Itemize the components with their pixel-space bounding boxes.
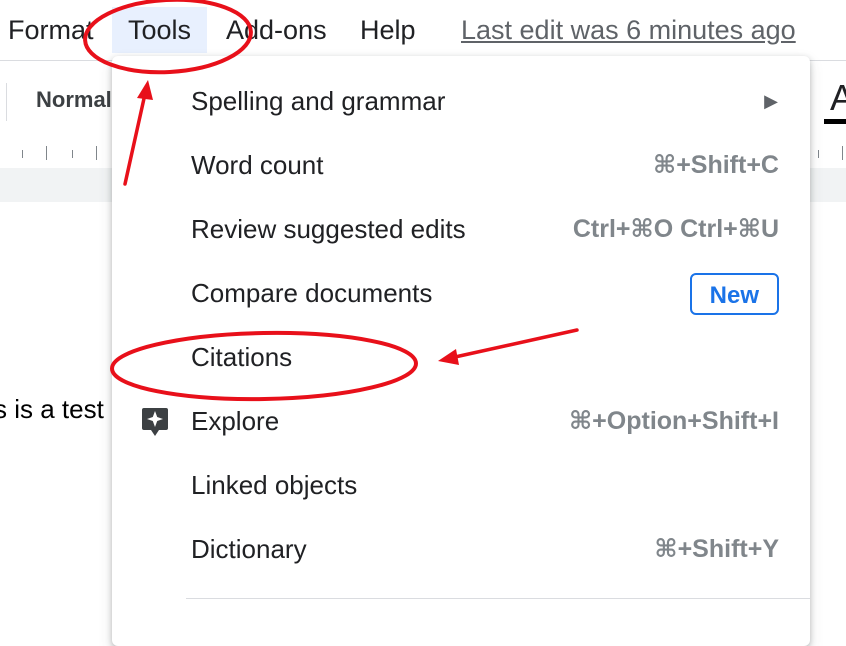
paragraph-style-select[interactable]: Normal bbox=[36, 87, 112, 113]
ruler-tick bbox=[842, 146, 843, 160]
menu-item-dictionary[interactable]: Dictionary ⌘+Shift+Y bbox=[112, 517, 810, 581]
toolbar-divider bbox=[6, 83, 7, 121]
menu-item-shortcut: ⌘+Shift+C bbox=[653, 151, 779, 179]
ruler-tick bbox=[22, 150, 23, 158]
menu-add-ons[interactable]: Add-ons bbox=[212, 7, 341, 53]
menu-item-label: Citations bbox=[191, 342, 293, 372]
menu-item-review-suggested-edits[interactable]: Review suggested edits Ctrl+⌘O Ctrl+⌘U bbox=[112, 197, 810, 261]
menubar: Format Tools Add-ons Help Last edit was … bbox=[0, 0, 846, 60]
menu-item-spelling-and-grammar[interactable]: Spelling and grammar ▶ bbox=[112, 69, 810, 133]
text-color-indicator bbox=[824, 119, 846, 124]
menu-item-shortcut: ⌘+Shift+Y bbox=[654, 535, 779, 563]
menu-item-label: Spelling and grammar bbox=[191, 86, 446, 116]
menu-item-label: Word count bbox=[191, 150, 324, 180]
menu-item-shortcut: ⌘+Option+Shift+I bbox=[568, 407, 779, 435]
tools-menu-dropdown: Spelling and grammar ▶ Word count ⌘+Shif… bbox=[112, 56, 810, 646]
text-color-button[interactable]: A bbox=[830, 77, 846, 119]
menu-item-citations[interactable]: Citations bbox=[112, 325, 810, 389]
new-badge: New bbox=[689, 273, 779, 315]
ruler-tick bbox=[72, 150, 73, 158]
menu-item-label: Explore bbox=[191, 406, 280, 436]
menu-divider bbox=[186, 598, 810, 599]
menu-format[interactable]: Format bbox=[0, 7, 108, 53]
last-edit-link[interactable]: Last edit was 6 minutes ago bbox=[461, 7, 796, 53]
submenu-arrow-icon: ▶ bbox=[764, 91, 778, 111]
menu-item-label: Review suggested edits bbox=[191, 214, 466, 244]
menu-item-compare-documents[interactable]: Compare documents New bbox=[112, 261, 810, 325]
ruler-tick bbox=[46, 146, 47, 160]
menu-item-label: Dictionary bbox=[191, 534, 307, 564]
menu-item-label: Linked objects bbox=[191, 470, 358, 500]
menu-help[interactable]: Help bbox=[346, 7, 430, 53]
explore-icon bbox=[142, 408, 168, 436]
menu-item-label: Compare documents bbox=[191, 278, 433, 308]
menu-item-linked-objects[interactable]: Linked objects bbox=[112, 453, 810, 517]
ruler-tick bbox=[96, 146, 97, 160]
menu-tools[interactable]: Tools bbox=[112, 7, 208, 53]
menu-item-explore[interactable]: Explore ⌘+Option+Shift+I bbox=[112, 389, 810, 453]
menu-item-shortcut: Ctrl+⌘O Ctrl+⌘U bbox=[572, 215, 779, 243]
menu-item-word-count[interactable]: Word count ⌘+Shift+C bbox=[112, 133, 810, 197]
document-text[interactable]: s is a test bbox=[0, 394, 104, 425]
ruler-tick bbox=[818, 150, 819, 158]
